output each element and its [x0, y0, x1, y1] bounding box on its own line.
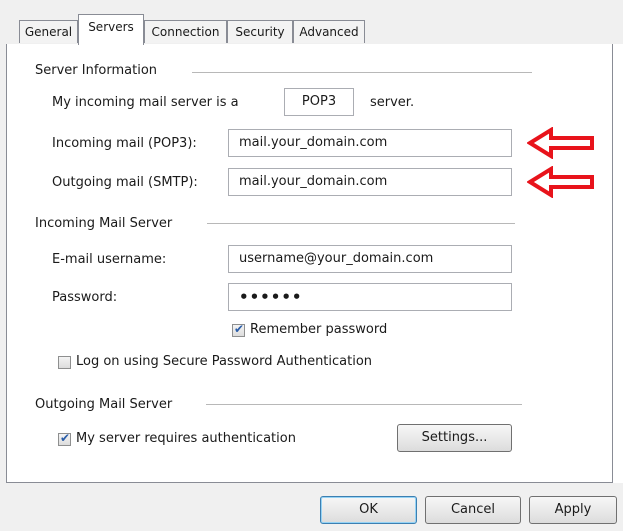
incoming-mail-server-heading: Incoming Mail Server	[35, 216, 173, 231]
server-information-heading: Server Information	[35, 63, 158, 78]
requires-auth-checkbox[interactable]: ✔	[58, 431, 71, 446]
outgoing-mail-input[interactable]: mail.your_domain.com	[228, 168, 512, 196]
password-input[interactable]: ••••••	[228, 283, 512, 311]
email-username-input[interactable]: username@your_domain.com	[228, 245, 512, 273]
cancel-button[interactable]: Cancel	[425, 496, 521, 524]
apply-button[interactable]: Apply	[529, 496, 617, 524]
tab-advanced[interactable]: Advanced	[293, 20, 365, 43]
spa-checkbox[interactable]	[58, 356, 71, 369]
tab-security[interactable]: Security	[227, 20, 293, 43]
server-type-field[interactable]: POP3	[284, 88, 354, 116]
password-label: Password:	[52, 290, 118, 305]
outgoing-mail-label: Outgoing mail (SMTP):	[52, 175, 198, 190]
section-divider	[207, 223, 515, 224]
incoming-type-prefix: My incoming mail server is a	[52, 95, 239, 110]
red-arrow-icon	[527, 166, 594, 198]
section-divider	[192, 72, 532, 73]
remember-password-checkbox[interactable]: ✔	[232, 322, 245, 337]
tab-general[interactable]: General	[19, 20, 78, 43]
remember-password-label: Remember password	[250, 322, 388, 337]
section-divider	[206, 404, 522, 405]
incoming-mail-input[interactable]: mail.your_domain.com	[228, 129, 512, 157]
red-arrow-icon	[527, 127, 594, 159]
requires-auth-label: My server requires authentication	[76, 431, 296, 446]
incoming-type-suffix: server.	[370, 95, 415, 110]
incoming-mail-label: Incoming mail (POP3):	[52, 136, 197, 151]
tab-connection[interactable]: Connection	[144, 20, 227, 43]
tab-servers[interactable]: Servers	[78, 14, 144, 45]
email-username-label: E-mail username:	[52, 252, 167, 267]
ok-button[interactable]: OK	[320, 496, 417, 524]
outgoing-mail-server-heading: Outgoing Mail Server	[35, 397, 173, 412]
spa-label: Log on using Secure Password Authenticat…	[76, 354, 373, 369]
settings-button[interactable]: Settings...	[397, 424, 512, 452]
